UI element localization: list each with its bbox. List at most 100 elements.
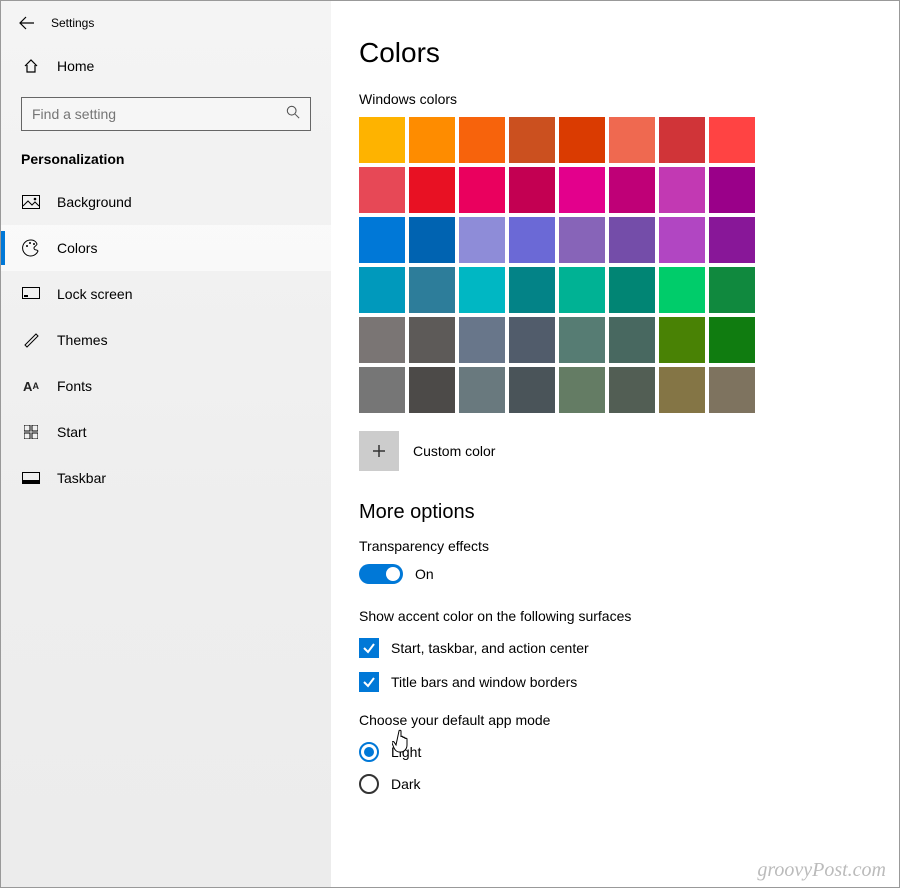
color-swatch[interactable] <box>359 317 405 363</box>
color-swatch[interactable] <box>509 167 555 213</box>
color-swatch[interactable] <box>559 167 605 213</box>
more-options-heading: More options <box>359 501 879 524</box>
color-swatch[interactable] <box>359 267 405 313</box>
color-swatch[interactable] <box>509 267 555 313</box>
color-swatch[interactable] <box>459 317 505 363</box>
color-swatch[interactable] <box>659 117 705 163</box>
color-swatch[interactable] <box>709 217 755 263</box>
checkbox-label: Title bars and window borders <box>391 674 577 690</box>
section-title: Personalization <box>1 145 331 179</box>
color-swatch[interactable] <box>709 117 755 163</box>
color-swatch[interactable] <box>659 317 705 363</box>
picture-icon <box>21 192 41 212</box>
color-swatch[interactable] <box>459 217 505 263</box>
color-swatch[interactable] <box>609 117 655 163</box>
start-icon <box>21 422 41 442</box>
sidebar-item-start[interactable]: Start <box>1 409 331 455</box>
settings-window: Settings Home Personalization Background <box>0 0 900 888</box>
color-swatch[interactable] <box>359 367 405 413</box>
windows-colors-label: Windows colors <box>359 91 879 107</box>
back-button[interactable] <box>9 5 45 41</box>
color-swatch[interactable] <box>509 117 555 163</box>
color-swatch[interactable] <box>509 317 555 363</box>
arrow-left-icon <box>19 15 35 31</box>
color-swatch[interactable] <box>409 367 455 413</box>
color-swatch[interactable] <box>709 167 755 213</box>
checkbox-label: Start, taskbar, and action center <box>391 640 589 656</box>
color-swatch[interactable] <box>409 117 455 163</box>
color-swatch[interactable] <box>559 267 605 313</box>
custom-color-button[interactable] <box>359 431 399 471</box>
transparency-label: Transparency effects <box>359 538 879 554</box>
radio-label: Light <box>391 744 421 760</box>
sidebar-item-taskbar[interactable]: Taskbar <box>1 455 331 501</box>
search-input-wrap[interactable] <box>21 97 311 131</box>
color-swatch[interactable] <box>609 267 655 313</box>
radio-light[interactable] <box>359 742 379 762</box>
content-area: Colors Windows colors Custom color More … <box>331 1 899 887</box>
color-swatch[interactable] <box>459 267 505 313</box>
sidebar: Settings Home Personalization Background <box>1 1 331 887</box>
color-swatch[interactable] <box>659 267 705 313</box>
home-label: Home <box>57 58 94 74</box>
titlebar: Settings <box>1 1 331 45</box>
search-icon <box>286 105 300 124</box>
custom-color-label: Custom color <box>413 443 495 459</box>
color-swatch[interactable] <box>709 367 755 413</box>
search-container <box>21 97 311 131</box>
color-swatch[interactable] <box>609 317 655 363</box>
font-icon: AA <box>21 376 41 396</box>
color-swatch-grid <box>359 117 879 413</box>
sidebar-item-colors[interactable]: Colors <box>1 225 331 271</box>
color-swatch[interactable] <box>609 217 655 263</box>
search-input[interactable] <box>32 106 272 122</box>
plus-icon <box>371 443 387 459</box>
color-swatch[interactable] <box>409 167 455 213</box>
checkmark-icon <box>362 675 376 689</box>
color-swatch[interactable] <box>459 167 505 213</box>
color-swatch[interactable] <box>559 317 605 363</box>
sidebar-item-label: Background <box>57 194 132 210</box>
sidebar-item-themes[interactable]: Themes <box>1 317 331 363</box>
sidebar-item-fonts[interactable]: AA Fonts <box>1 363 331 409</box>
color-swatch[interactable] <box>559 117 605 163</box>
color-swatch[interactable] <box>409 317 455 363</box>
color-swatch[interactable] <box>659 167 705 213</box>
palette-icon <box>21 238 41 258</box>
taskbar-icon <box>21 468 41 488</box>
color-swatch[interactable] <box>359 167 405 213</box>
color-swatch[interactable] <box>559 217 605 263</box>
window-title: Settings <box>51 16 94 30</box>
color-swatch[interactable] <box>509 367 555 413</box>
color-swatch[interactable] <box>409 267 455 313</box>
color-swatch[interactable] <box>659 367 705 413</box>
custom-color-row: Custom color <box>359 431 879 471</box>
sidebar-item-label: Taskbar <box>57 470 106 486</box>
color-swatch[interactable] <box>459 367 505 413</box>
color-swatch[interactable] <box>659 217 705 263</box>
checkbox-start-taskbar[interactable] <box>359 638 379 658</box>
nav-list: Background Colors Lock screen Themes AA … <box>1 179 331 501</box>
transparency-toggle[interactable] <box>359 564 403 584</box>
color-swatch[interactable] <box>359 217 405 263</box>
home-nav[interactable]: Home <box>1 45 331 87</box>
color-swatch[interactable] <box>609 167 655 213</box>
color-swatch[interactable] <box>459 117 505 163</box>
color-swatch[interactable] <box>509 217 555 263</box>
sidebar-item-background[interactable]: Background <box>1 179 331 225</box>
color-swatch[interactable] <box>359 117 405 163</box>
radio-dark[interactable] <box>359 774 379 794</box>
color-swatch[interactable] <box>709 317 755 363</box>
color-swatch[interactable] <box>709 267 755 313</box>
transparency-state: On <box>415 566 434 582</box>
color-swatch[interactable] <box>409 217 455 263</box>
sidebar-item-lock-screen[interactable]: Lock screen <box>1 271 331 317</box>
sidebar-item-label: Colors <box>57 240 97 256</box>
color-swatch[interactable] <box>559 367 605 413</box>
app-mode-label: Choose your default app mode <box>359 712 879 728</box>
color-swatch[interactable] <box>609 367 655 413</box>
sidebar-item-label: Fonts <box>57 378 92 394</box>
home-icon <box>21 56 41 76</box>
checkmark-icon <box>362 641 376 655</box>
checkbox-title-bars[interactable] <box>359 672 379 692</box>
